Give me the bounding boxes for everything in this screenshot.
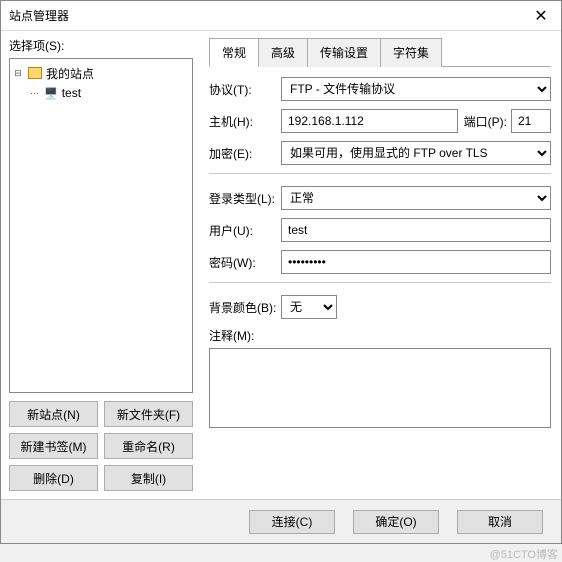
- watermark: @51CTO博客: [490, 546, 558, 562]
- tree-root-label: 我的站点: [46, 65, 94, 82]
- host-label: 主机(H):: [209, 113, 281, 130]
- copy-button[interactable]: 复制(I): [104, 465, 193, 491]
- titlebar: 站点管理器 ✕: [1, 1, 561, 31]
- separator-2: [209, 282, 551, 283]
- select-label: 选择项(S):: [9, 37, 193, 54]
- leaf-icon: ⋯: [30, 88, 38, 99]
- tab-charset[interactable]: 字符集: [380, 38, 442, 67]
- separator: [209, 173, 551, 174]
- close-button[interactable]: ✕: [521, 1, 561, 31]
- user-label: 用户(U):: [209, 222, 281, 239]
- logon-select[interactable]: 正常: [281, 186, 551, 210]
- tab-general[interactable]: 常规: [209, 38, 259, 67]
- site-icon: 🖥️: [44, 87, 58, 100]
- host-input[interactable]: [281, 109, 458, 133]
- connect-button[interactable]: 连接(C): [249, 510, 335, 534]
- window-body: 选择项(S): ⊟ 我的站点 ⋯ 🖥️ test 新站点(N) 新文件夹(F) …: [1, 31, 561, 499]
- new-folder-button[interactable]: 新文件夹(F): [104, 401, 193, 427]
- left-buttons: 新站点(N) 新文件夹(F) 新建书签(M) 重命名(R) 删除(D) 复制(I…: [9, 401, 193, 491]
- port-input[interactable]: [511, 109, 551, 133]
- left-pane: 选择项(S): ⊟ 我的站点 ⋯ 🖥️ test 新站点(N) 新文件夹(F) …: [1, 31, 201, 499]
- protocol-select[interactable]: FTP - 文件传输协议: [281, 77, 551, 101]
- tree-root[interactable]: ⊟ 我的站点: [14, 63, 188, 83]
- password-label: 密码(W):: [209, 254, 281, 271]
- window-title: 站点管理器: [9, 7, 69, 24]
- tabs: 常规 高级 传输设置 字符集: [209, 37, 551, 67]
- encryption-label: 加密(E):: [209, 145, 281, 162]
- tree-item-label: test: [62, 86, 81, 100]
- rename-button[interactable]: 重命名(R): [104, 433, 193, 459]
- site-tree[interactable]: ⊟ 我的站点 ⋯ 🖥️ test: [9, 58, 193, 393]
- port-label: 端口(P):: [464, 113, 507, 130]
- delete-button[interactable]: 删除(D): [9, 465, 98, 491]
- ok-button[interactable]: 确定(O): [353, 510, 439, 534]
- folder-icon: [28, 67, 42, 79]
- encryption-select[interactable]: 如果可用，使用显式的 FTP over TLS: [281, 141, 551, 165]
- comments-label: 注释(M):: [209, 327, 551, 344]
- new-bookmark-button[interactable]: 新建书签(M): [9, 433, 98, 459]
- protocol-label: 协议(T):: [209, 81, 281, 98]
- collapse-icon[interactable]: ⊟: [14, 68, 22, 79]
- new-site-button[interactable]: 新站点(N): [9, 401, 98, 427]
- comments-textarea[interactable]: [209, 348, 551, 428]
- site-manager-window: 站点管理器 ✕ 选择项(S): ⊟ 我的站点 ⋯ 🖥️ test 新站: [0, 0, 562, 544]
- user-input[interactable]: [281, 218, 551, 242]
- bgcolor-select[interactable]: 无: [281, 295, 337, 319]
- tree-item[interactable]: ⋯ 🖥️ test: [14, 83, 188, 103]
- tab-advanced[interactable]: 高级: [258, 38, 308, 67]
- bgcolor-label: 背景颜色(B):: [209, 299, 281, 316]
- tab-transfer[interactable]: 传输设置: [307, 38, 381, 67]
- logon-label: 登录类型(L):: [209, 190, 281, 207]
- bottom-bar: 连接(C) 确定(O) 取消: [1, 499, 561, 543]
- password-input[interactable]: [281, 250, 551, 274]
- cancel-button[interactable]: 取消: [457, 510, 543, 534]
- right-pane: 常规 高级 传输设置 字符集 协议(T): FTP - 文件传输协议 主机(H)…: [201, 31, 561, 499]
